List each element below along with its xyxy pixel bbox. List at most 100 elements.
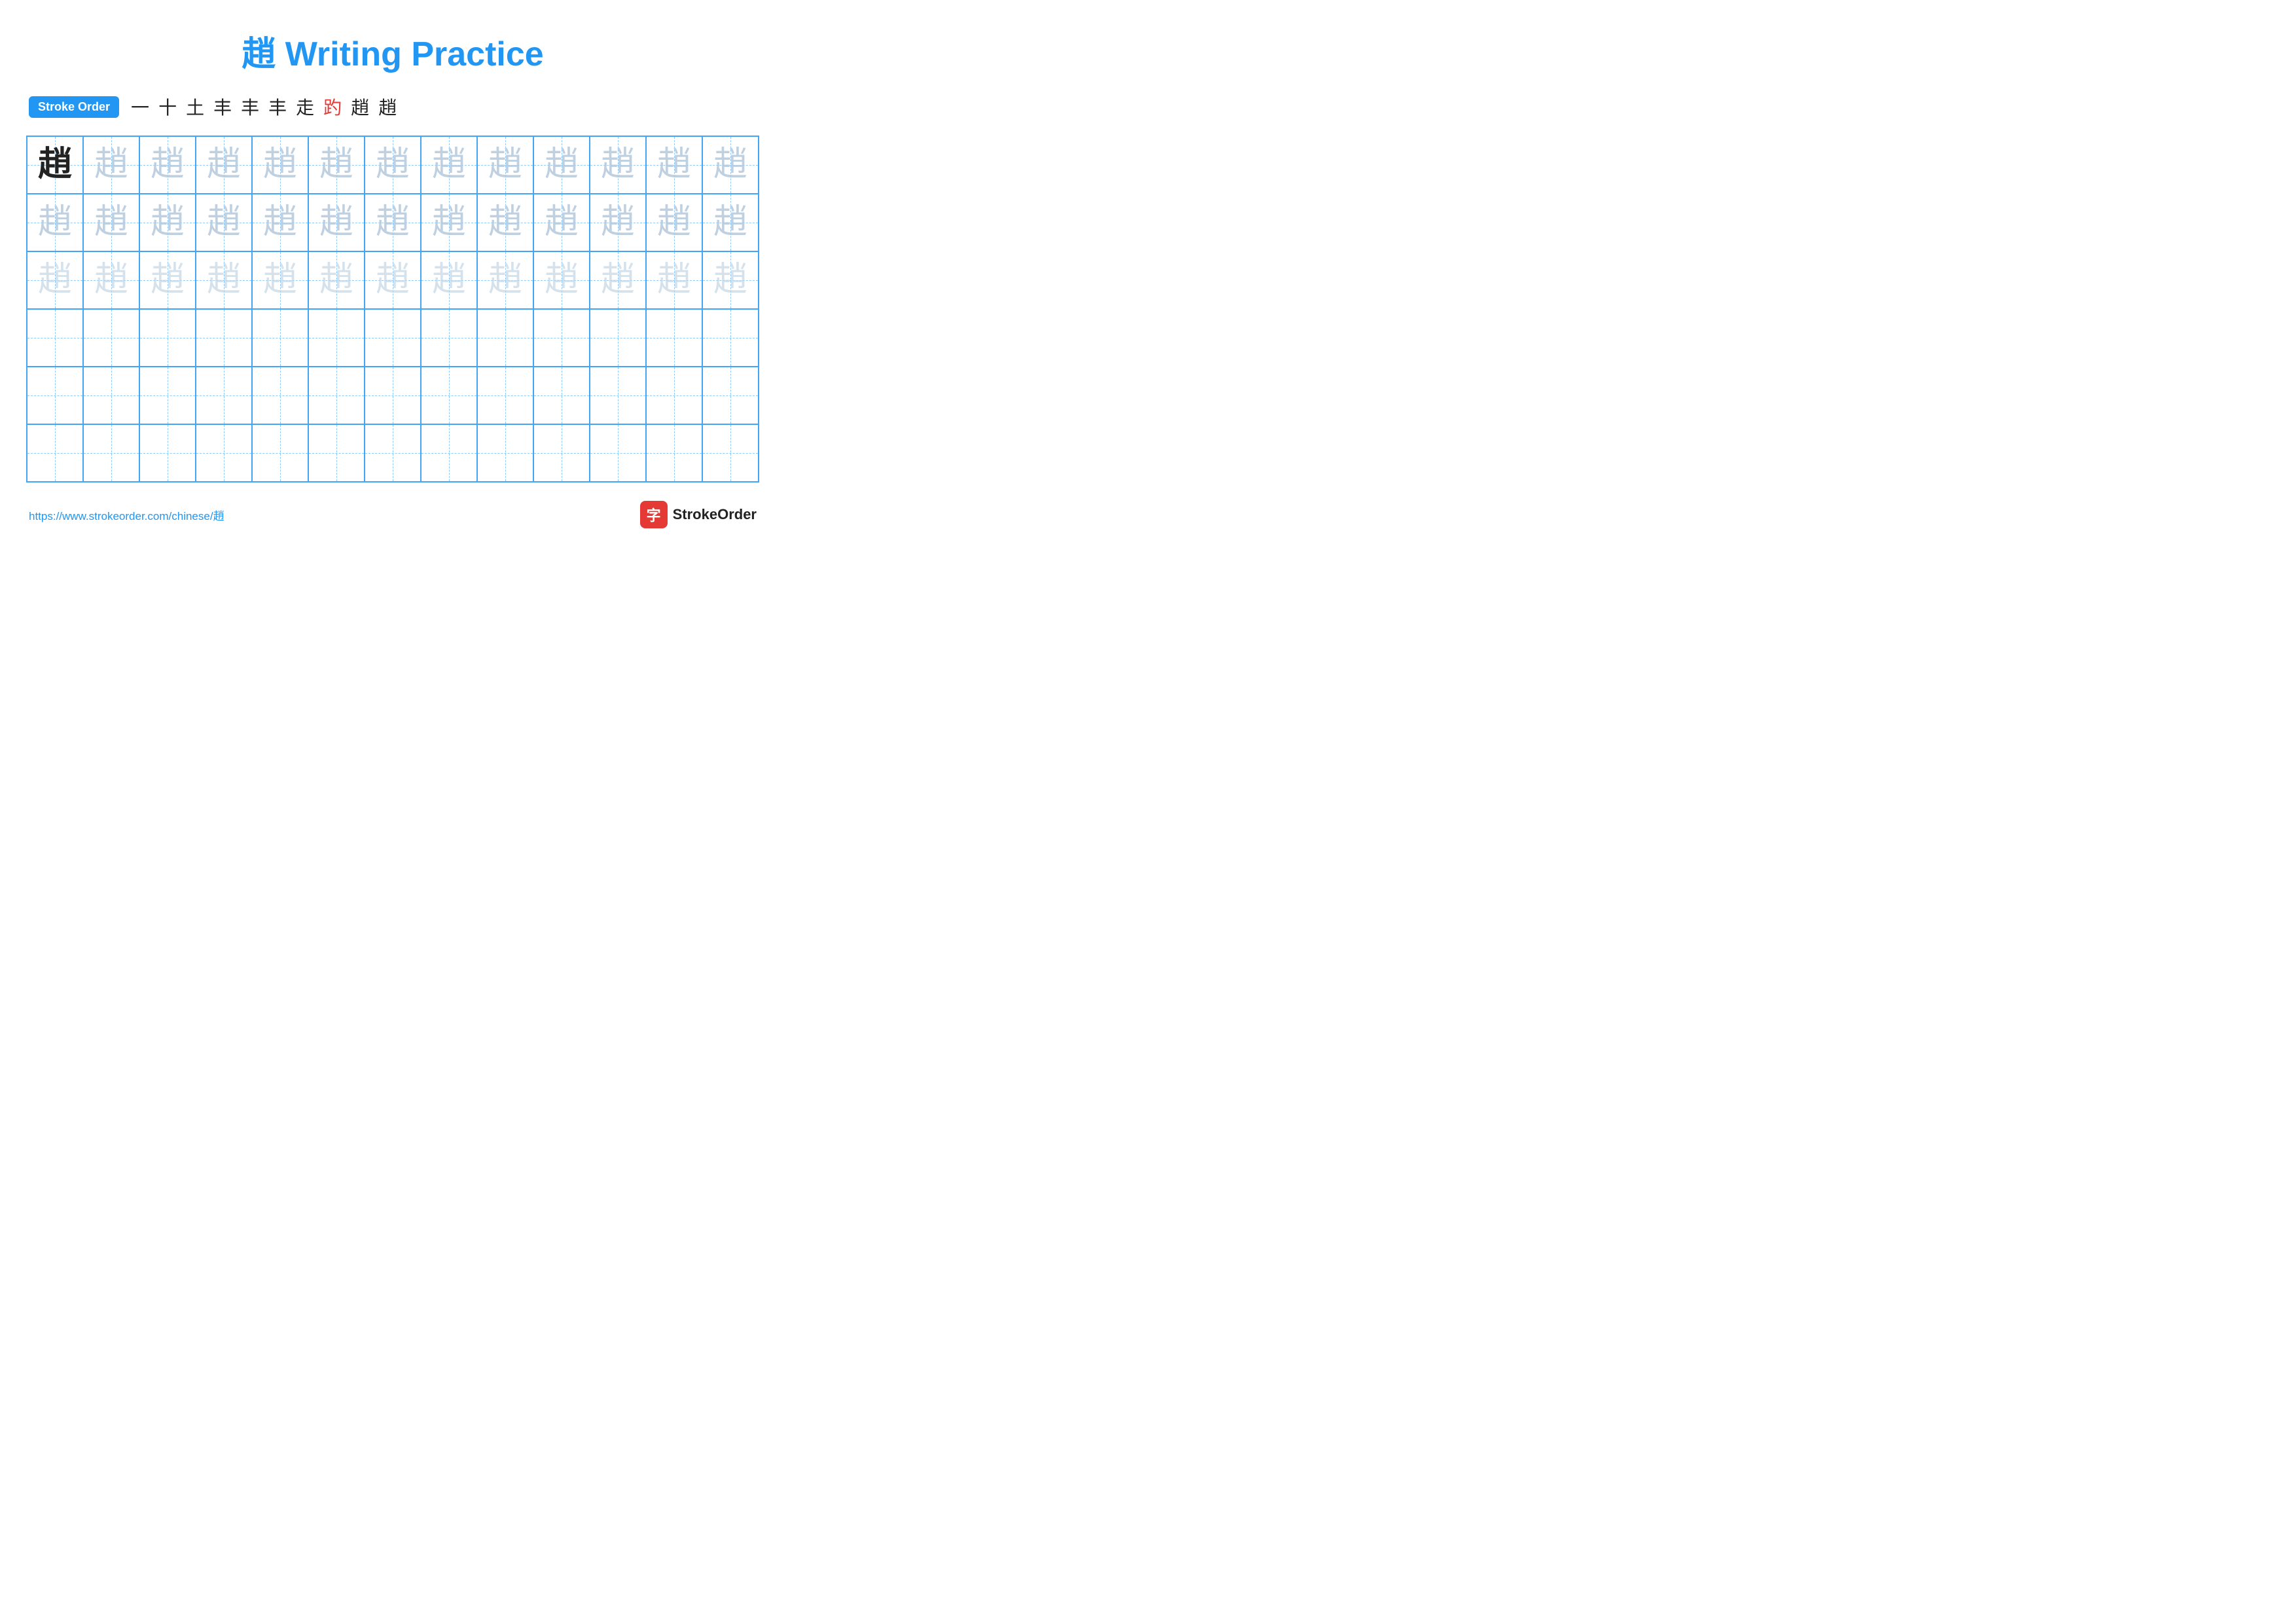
grid-cell bbox=[365, 367, 422, 424]
grid-cell bbox=[703, 310, 758, 366]
stroke-order-badge: Stroke Order bbox=[29, 96, 119, 118]
stroke-sequence: 一 十 土 丰 丰 丰 走 趵 趙 趙 bbox=[131, 94, 397, 120]
grid-cell bbox=[196, 367, 253, 424]
grid-cell: 趙 bbox=[478, 137, 534, 193]
grid-cell: 趙 bbox=[309, 137, 365, 193]
grid-cell bbox=[84, 310, 140, 366]
grid-cell: 趙 bbox=[27, 194, 84, 251]
grid-cell: 趙 bbox=[478, 252, 534, 308]
grid-cell bbox=[196, 425, 253, 481]
page-title: 趙 Writing Practice bbox=[26, 26, 759, 75]
grid-cell bbox=[647, 367, 703, 424]
grid-cell: 趙 bbox=[84, 137, 140, 193]
grid-cell: 趙 bbox=[140, 252, 196, 308]
grid-cell: 趙 bbox=[422, 137, 478, 193]
grid-cell bbox=[309, 367, 365, 424]
grid-cell: 趙 bbox=[647, 194, 703, 251]
grid-cell: 趙 bbox=[647, 137, 703, 193]
stroke-1: 一 bbox=[131, 94, 149, 120]
grid-cell: 趙 bbox=[27, 252, 84, 308]
stroke-5: 丰 bbox=[241, 94, 259, 120]
footer-logo: 字 StrokeOrder bbox=[640, 501, 757, 528]
grid-cell bbox=[27, 367, 84, 424]
grid-cell: 趙 bbox=[140, 137, 196, 193]
grid-cell: 趙 bbox=[309, 194, 365, 251]
grid-cell: 趙 bbox=[27, 137, 84, 193]
grid-cell: 趙 bbox=[253, 252, 309, 308]
grid-cell: 趙 bbox=[196, 137, 253, 193]
grid-cell: 趙 bbox=[703, 194, 758, 251]
grid-cell: 趙 bbox=[253, 194, 309, 251]
grid-cell bbox=[140, 310, 196, 366]
grid-cell bbox=[534, 310, 590, 366]
logo-icon: 字 bbox=[640, 501, 668, 528]
stroke-6: 丰 bbox=[268, 94, 287, 120]
grid-row-3: 趙 趙 趙 趙 趙 趙 趙 趙 趙 趙 趙 趙 趙 bbox=[27, 252, 758, 310]
grid-cell bbox=[140, 425, 196, 481]
grid-cell: 趙 bbox=[590, 194, 647, 251]
grid-cell: 趙 bbox=[534, 194, 590, 251]
grid-cell bbox=[84, 367, 140, 424]
grid-cell bbox=[422, 367, 478, 424]
grid-cell: 趙 bbox=[703, 137, 758, 193]
grid-cell bbox=[478, 367, 534, 424]
stroke-order-section: Stroke Order 一 十 土 丰 丰 丰 走 趵 趙 趙 bbox=[26, 94, 759, 120]
grid-cell: 趙 bbox=[365, 194, 422, 251]
grid-cell bbox=[534, 367, 590, 424]
grid-cell: 趙 bbox=[590, 252, 647, 308]
grid-cell: 趙 bbox=[309, 252, 365, 308]
practice-grid: 趙 趙 趙 趙 趙 趙 趙 趙 趙 趙 趙 趙 趙 趙 趙 趙 趙 趙 趙 趙 … bbox=[26, 136, 759, 483]
grid-cell bbox=[84, 425, 140, 481]
grid-row-4 bbox=[27, 310, 758, 367]
stroke-8: 趵 bbox=[323, 94, 342, 120]
grid-cell bbox=[590, 310, 647, 366]
stroke-9: 趙 bbox=[351, 94, 369, 120]
stroke-7: 走 bbox=[296, 94, 314, 120]
stroke-4: 丰 bbox=[213, 94, 232, 120]
grid-cell bbox=[590, 367, 647, 424]
grid-cell: 趙 bbox=[534, 137, 590, 193]
grid-cell bbox=[365, 310, 422, 366]
grid-cell: 趙 bbox=[84, 252, 140, 308]
grid-cell bbox=[27, 310, 84, 366]
grid-cell bbox=[365, 425, 422, 481]
grid-cell bbox=[590, 425, 647, 481]
logo-text: StrokeOrder bbox=[673, 506, 757, 523]
grid-cell: 趙 bbox=[365, 137, 422, 193]
footer: https://www.strokeorder.com/chinese/趙 字 … bbox=[26, 501, 759, 528]
grid-row-6 bbox=[27, 425, 758, 481]
grid-cell bbox=[253, 310, 309, 366]
grid-cell bbox=[478, 310, 534, 366]
grid-cell bbox=[196, 310, 253, 366]
stroke-3: 土 bbox=[186, 94, 204, 120]
grid-row-1: 趙 趙 趙 趙 趙 趙 趙 趙 趙 趙 趙 趙 趙 bbox=[27, 137, 758, 194]
grid-cell bbox=[27, 425, 84, 481]
grid-cell: 趙 bbox=[196, 252, 253, 308]
grid-cell bbox=[647, 425, 703, 481]
footer-url[interactable]: https://www.strokeorder.com/chinese/趙 bbox=[29, 507, 224, 523]
grid-cell bbox=[253, 425, 309, 481]
grid-cell: 趙 bbox=[478, 194, 534, 251]
stroke-2: 十 bbox=[158, 94, 177, 120]
grid-cell: 趙 bbox=[647, 252, 703, 308]
grid-cell bbox=[253, 367, 309, 424]
grid-cell: 趙 bbox=[253, 137, 309, 193]
grid-cell: 趙 bbox=[196, 194, 253, 251]
grid-cell: 趙 bbox=[590, 137, 647, 193]
grid-cell bbox=[534, 425, 590, 481]
grid-cell bbox=[309, 310, 365, 366]
grid-cell bbox=[703, 367, 758, 424]
grid-cell bbox=[422, 425, 478, 481]
grid-row-5 bbox=[27, 367, 758, 425]
grid-cell: 趙 bbox=[365, 252, 422, 308]
grid-cell bbox=[422, 310, 478, 366]
grid-cell: 趙 bbox=[534, 252, 590, 308]
grid-cell bbox=[647, 310, 703, 366]
grid-cell bbox=[309, 425, 365, 481]
grid-cell: 趙 bbox=[84, 194, 140, 251]
grid-cell: 趙 bbox=[140, 194, 196, 251]
grid-cell bbox=[140, 367, 196, 424]
grid-row-2: 趙 趙 趙 趙 趙 趙 趙 趙 趙 趙 趙 趙 趙 bbox=[27, 194, 758, 252]
stroke-10: 趙 bbox=[378, 94, 397, 120]
grid-cell: 趙 bbox=[422, 252, 478, 308]
